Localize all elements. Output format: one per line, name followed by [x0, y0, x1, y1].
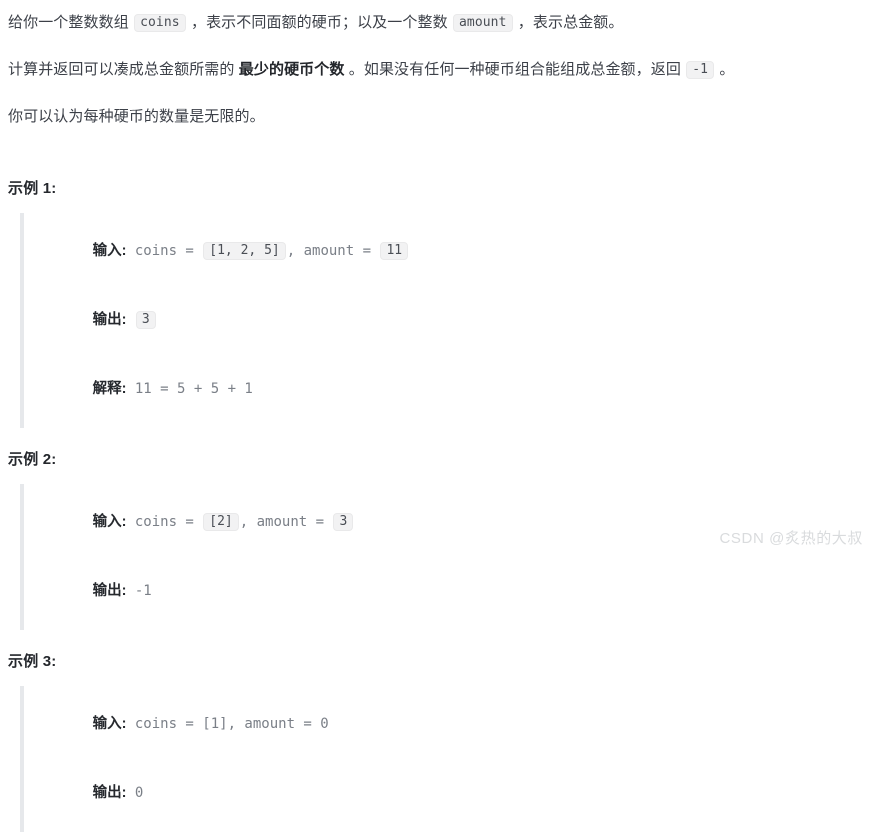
spacer-example-2: [8, 470, 877, 484]
example-1-line-output: 输出: 3: [42, 286, 877, 355]
example-2-input-text-1: coins =: [126, 514, 203, 530]
example-2-heading: 示例 2:: [8, 451, 57, 468]
inline-code-amount: amount: [452, 14, 513, 32]
paragraph-1-segment-2: ，表示不同面额的硬币；以及一个整数: [186, 14, 452, 31]
paragraph-2-bold-term: 最少的硬币个数: [238, 61, 345, 78]
example-2-input-text-2: , amount =: [239, 514, 333, 530]
inline-code-coins: coins: [134, 14, 186, 32]
problem-statement-page: 给你一个整数数组 coins ，表示不同面额的硬币；以及一个整数 amount …: [0, 0, 885, 832]
description-paragraph-3: 你可以认为每种硬币的数量是无限的。: [8, 108, 265, 125]
description-paragraph-2: 计算并返回可以凑成总金额所需的 最少的硬币个数 。如果没有任何一种硬币组合能组成…: [8, 59, 877, 80]
example-2-label-input: 输入:: [92, 514, 127, 530]
spacer-example-3: [8, 672, 877, 686]
inline-code-minus-one: -1: [686, 61, 715, 79]
example-3-line-output: 输出: 0: [42, 759, 877, 828]
example-1-label-output: 输出:: [92, 312, 127, 328]
spacer-before-examples: [8, 127, 877, 179]
paragraph-2-segment-1: 计算并返回可以凑成总金额所需的: [8, 61, 239, 78]
example-3-label-input: 输入:: [92, 716, 127, 732]
example-3-line-input: 输入: coins = [1], amount = 0: [42, 690, 877, 759]
paragraph-1-segment-3: ，表示总金额。: [513, 14, 624, 31]
paragraph-1-segment-1: 给你一个整数数组: [8, 14, 134, 31]
example-2-block: 输入: coins = [2], amount = 3 输出: -1: [20, 484, 877, 630]
example-3-block: 输入: coins = [1], amount = 0 输出: 0: [20, 686, 877, 832]
example-1-output-value: 3: [135, 311, 156, 329]
example-1-label-explanation: 解释:: [92, 381, 127, 397]
spacer-after-example-1: [8, 428, 877, 450]
example-1-block: 输入: coins = [1, 2, 5], amount = 11 输出: 3…: [20, 213, 877, 428]
spacer-after-example-2: [8, 630, 877, 652]
example-1-input-amount-value: 11: [380, 242, 409, 260]
example-3-output-text: 0: [126, 785, 144, 801]
example-1-input-text-1: coins =: [126, 243, 203, 259]
example-2-line-output: 输出: -1: [42, 557, 877, 626]
description-paragraph-1: 给你一个整数数组 coins ，表示不同面额的硬币；以及一个整数 amount …: [8, 12, 877, 33]
paragraph-2-segment-3: 。: [715, 61, 735, 78]
example-2-output-text: -1: [126, 583, 152, 599]
example-1-label-input: 输入:: [92, 243, 127, 259]
example-1-line-input: 输入: coins = [1, 2, 5], amount = 11: [42, 217, 877, 286]
example-2-label-output: 输出:: [92, 583, 127, 599]
example-1-output-text-1: [126, 312, 134, 328]
example-1-input-coins-value: [1, 2, 5]: [203, 242, 286, 260]
example-2-input-amount-value: 3: [333, 513, 354, 531]
spacer-example-1: [8, 199, 877, 213]
example-2-input-coins-value: [2]: [203, 513, 239, 531]
example-1-input-text-2: , amount =: [286, 243, 380, 259]
example-3-label-output: 输出:: [92, 785, 127, 801]
example-3-heading: 示例 3:: [8, 653, 57, 670]
paragraph-2-segment-2: 。如果没有任何一种硬币组合能组成总金额，返回: [344, 61, 686, 78]
example-1-heading: 示例 1:: [8, 180, 57, 197]
example-1-line-explanation: 解释: 11 = 5 + 5 + 1: [42, 355, 877, 424]
example-1-explanation-text: 11 = 5 + 5 + 1: [126, 381, 253, 397]
csdn-watermark: CSDN @炙热的大叔: [719, 530, 863, 547]
example-3-input-text: coins = [1], amount = 0: [126, 716, 329, 732]
